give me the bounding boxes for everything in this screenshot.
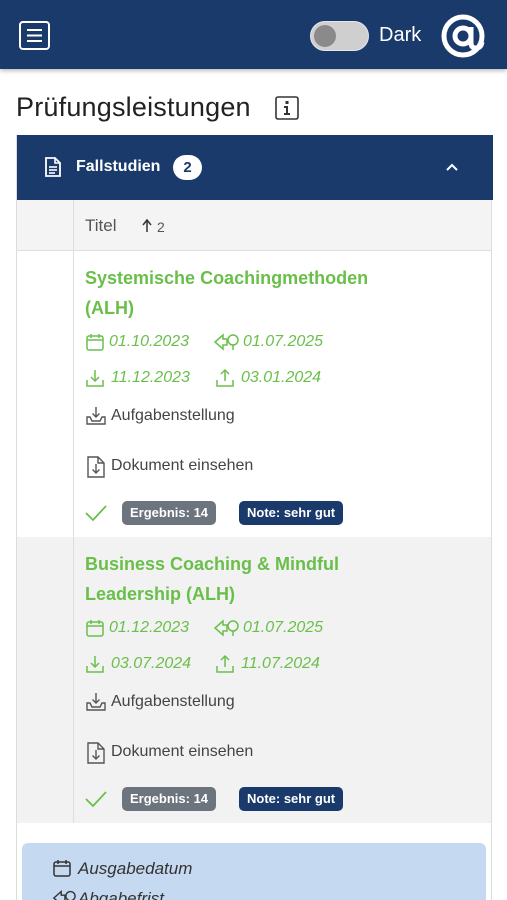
column-divider [73, 200, 74, 251]
upload-icon [216, 368, 234, 387]
course-title-link[interactable]: Business Coaching & Mindful Leadership (… [85, 549, 405, 609]
document-download-icon [87, 456, 105, 478]
download-date-value: 03.07.2024 [111, 655, 192, 672]
result-badge: Ergebnis: 14 [122, 787, 217, 811]
table-header: Titel 2 [17, 200, 491, 251]
download-date-value: 11.12.2023 [111, 369, 190, 386]
file-icon [45, 157, 61, 177]
top-navbar: Dark [0, 0, 507, 69]
upload-date-value: 03.01.2024 [241, 369, 322, 386]
table-row: Systemische Coachingmethoden (ALH) 01.10… [17, 251, 491, 537]
dark-mode-toggle[interactable] [310, 21, 369, 51]
result-badge: Ergebnis: 14 [122, 501, 217, 525]
download-icon [86, 370, 104, 387]
upload-icon [216, 654, 234, 673]
check-icon [85, 505, 107, 522]
menu-icon[interactable] [19, 21, 50, 50]
inbox-download-icon [86, 693, 106, 711]
deadline-date-value: 01.07.2025 [243, 333, 324, 350]
calendar-icon [86, 620, 104, 637]
section-label: Fallstudien [76, 158, 161, 175]
grade-badge: Note: sehr gut [239, 501, 344, 525]
page-title-wrap: Prüfungsleistungen [16, 92, 299, 126]
legend-box: Ausgabedatum Abgabefrist [22, 843, 486, 900]
deadline-icon [213, 333, 239, 351]
column-divider [73, 251, 74, 537]
deadline-icon [213, 619, 239, 637]
upload-date-value: 11.07.2024 [241, 655, 320, 672]
at-logo-icon[interactable] [440, 13, 486, 59]
assignment-label: Aufgabenstellung [111, 693, 235, 710]
document-label: Dokument einsehen [111, 743, 254, 760]
document-download-icon [87, 742, 105, 764]
chevron-up-icon[interactable] [444, 159, 460, 175]
column-divider [73, 537, 74, 823]
legend-label: Abgabefrist [78, 889, 164, 900]
issue-date-value: 01.10.2023 [109, 333, 190, 350]
info-icon[interactable] [275, 96, 299, 120]
toggle-knob [314, 25, 336, 47]
grade-badge: Note: sehr gut [239, 787, 344, 811]
count-badge: 2 [173, 155, 202, 180]
accordion-header[interactable]: Fallstudien 2 [17, 135, 493, 200]
calendar-icon [86, 334, 104, 351]
dark-mode-label: Dark [379, 24, 422, 46]
column-header-title[interactable]: Titel [85, 216, 117, 236]
course-title-link[interactable]: Systemische Coachingmethoden (ALH) [85, 263, 405, 323]
calendar-icon [53, 860, 71, 877]
download-icon [86, 656, 104, 673]
assessment-card: Fallstudien 2 Titel 2 Systemische Coachi… [16, 135, 493, 900]
sort-up-icon[interactable] [141, 218, 153, 234]
inbox-download-icon [86, 407, 106, 425]
issue-date-value: 01.12.2023 [109, 619, 190, 636]
assignment-label: Aufgabenstellung [111, 407, 235, 424]
legend-label: Ausgabedatum [78, 859, 193, 878]
table-row: Business Coaching & Mindful Leadership (… [17, 537, 491, 823]
page-title: Prüfungsleistungen [16, 92, 251, 122]
sort-index: 2 [157, 219, 165, 235]
document-label: Dokument einsehen [111, 457, 254, 474]
deadline-date-value: 01.07.2025 [243, 619, 324, 636]
deadline-icon [52, 890, 76, 900]
check-icon [85, 791, 107, 808]
